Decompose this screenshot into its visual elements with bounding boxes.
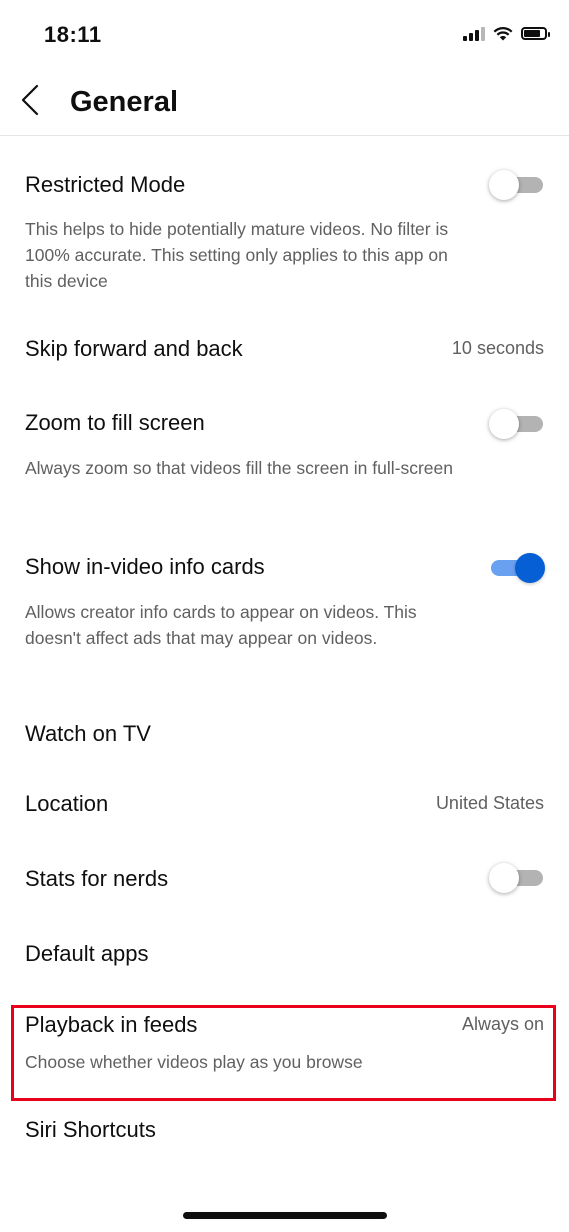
setting-title: Siri Shortcuts xyxy=(25,1117,156,1142)
setting-title: Default apps xyxy=(25,941,149,966)
zoom-to-fill-toggle[interactable] xyxy=(489,408,545,440)
toggle-knob xyxy=(515,553,545,583)
setting-title: Zoom to fill screen xyxy=(25,410,205,435)
setting-value: Always on xyxy=(461,1014,544,1034)
chevron-left-icon xyxy=(21,84,39,116)
setting-title: Playback in feeds xyxy=(25,1012,198,1037)
restricted-mode-toggle[interactable] xyxy=(489,169,545,201)
setting-description: Always zoom so that videos fill the scre… xyxy=(25,458,453,478)
wifi-icon xyxy=(493,26,513,41)
setting-skip-forward-back[interactable]: Skip forward and back 10 seconds xyxy=(0,326,569,386)
toggle-knob xyxy=(489,170,519,200)
setting-stats-for-nerds[interactable]: Stats for nerds xyxy=(0,856,569,916)
setting-description: Allows creator info cards to appear on v… xyxy=(25,602,417,648)
status-bar: 18:11 xyxy=(0,0,569,70)
status-icons xyxy=(463,26,550,41)
setting-zoom-to-fill[interactable]: Zoom to fill screen Always zoom so that … xyxy=(0,398,569,518)
home-indicator xyxy=(183,1212,387,1219)
setting-title: Skip forward and back xyxy=(25,336,243,361)
cellular-signal-icon xyxy=(463,26,485,41)
status-time: 18:11 xyxy=(44,22,102,47)
back-button[interactable] xyxy=(12,80,52,120)
setting-description: Choose whether videos play as you browse xyxy=(25,1052,363,1072)
setting-title: Watch on TV xyxy=(25,721,151,746)
page-title: General xyxy=(70,86,178,118)
battery-icon xyxy=(521,27,550,40)
setting-watch-on-tv[interactable]: Watch on TV xyxy=(0,711,569,771)
setting-title: Location xyxy=(25,791,109,816)
setting-title: Stats for nerds xyxy=(25,866,169,891)
setting-restricted-mode[interactable]: Restricted Mode This helps to hide poten… xyxy=(0,156,569,301)
setting-location[interactable]: Location United States xyxy=(0,781,569,841)
setting-title: Show in-video info cards xyxy=(25,554,265,579)
toggle-knob xyxy=(489,863,519,893)
setting-siri-shortcuts[interactable]: Siri Shortcuts xyxy=(0,1111,569,1171)
setting-description: This helps to hide potentially mature vi… xyxy=(25,219,449,291)
toggle-knob xyxy=(489,409,519,439)
setting-value: 10 seconds xyxy=(451,338,544,358)
setting-value: United States xyxy=(435,793,544,813)
top-app-bar: General xyxy=(0,70,569,136)
setting-playback-in-feeds[interactable]: Playback in feeds Always on Choose wheth… xyxy=(0,1006,569,1098)
stats-for-nerds-toggle[interactable] xyxy=(489,862,545,894)
setting-info-cards[interactable]: Show in-video info cards Allows creator … xyxy=(0,542,569,692)
setting-default-apps[interactable]: Default apps xyxy=(0,931,569,991)
info-cards-toggle[interactable] xyxy=(489,552,545,584)
setting-title: Restricted Mode xyxy=(25,172,186,197)
